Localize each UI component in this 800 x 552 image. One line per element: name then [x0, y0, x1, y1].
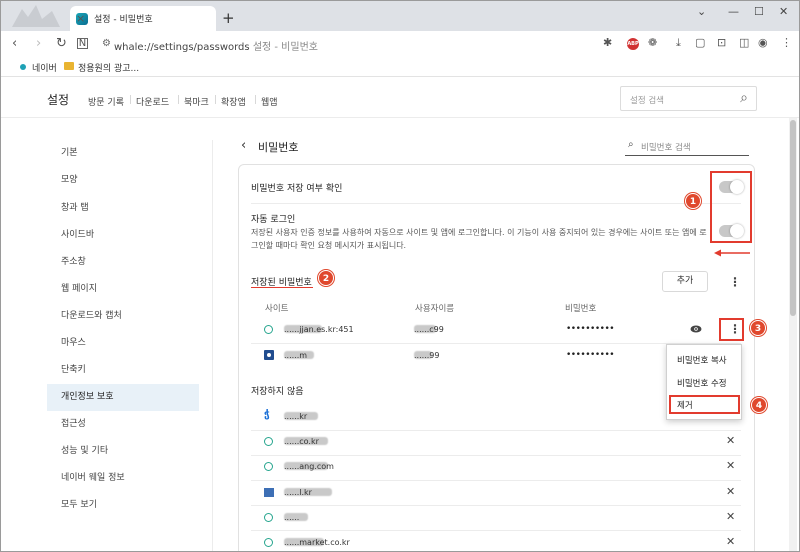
window-frame — [0, 0, 800, 552]
